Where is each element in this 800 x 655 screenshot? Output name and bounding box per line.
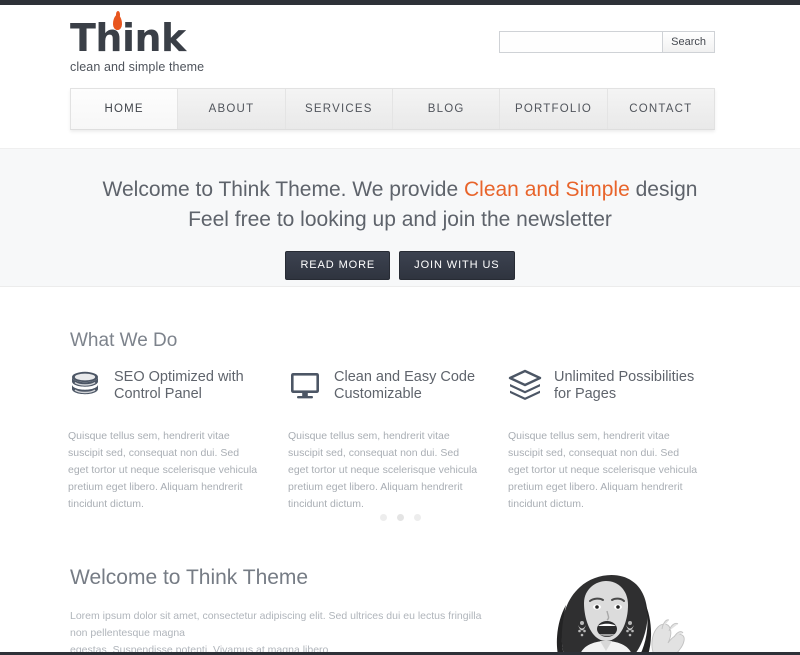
- welcome-paragraph: Lorem ipsum dolor sit amet, consectetur …: [70, 608, 490, 655]
- feature-header: SEO Optimized with Control Panel: [68, 368, 260, 412]
- feature-description: Quisque tellus sem, hendrerit vitae susc…: [68, 430, 258, 510]
- join-with-us-button[interactable]: JOIN WITH US: [399, 251, 515, 280]
- what-we-do-heading: What We Do: [70, 330, 178, 351]
- feature-card-seo: SEO Optimized with Control Panel Quisque…: [68, 368, 288, 513]
- carousel-pagination: [0, 514, 800, 521]
- search-form: Search: [499, 31, 715, 53]
- feature-header: Clean and Easy Code Customizable: [288, 368, 480, 412]
- welcome-heading: Welcome to Think Theme: [70, 566, 309, 589]
- carousel-dot-3[interactable]: [413, 514, 421, 521]
- features-row: SEO Optimized with Control Panel Quisque…: [68, 368, 728, 513]
- feature-title: SEO Optimized with Control Panel: [114, 368, 244, 403]
- database-icon: [68, 368, 102, 402]
- search-button[interactable]: Search: [662, 31, 715, 53]
- smiling-woman-photo: [522, 559, 772, 655]
- feature-title-line2: Customizable: [334, 386, 422, 402]
- site-logo[interactable]: Think clean and simple theme: [70, 11, 205, 74]
- search-input[interactable]: [499, 31, 663, 53]
- welcome-paragraph-line1: Lorem ipsum dolor sit amet, consectetur …: [70, 610, 482, 639]
- read-more-button[interactable]: READ MORE: [285, 251, 391, 280]
- hero-banner: Welcome to Think Theme. We provide Clean…: [0, 148, 800, 287]
- nav-item-portfolio[interactable]: PORTFOLIO: [500, 89, 608, 129]
- page-root: Think clean and simple theme Search HOME…: [0, 0, 800, 655]
- hero-text-after: design: [629, 178, 698, 201]
- feature-title-line2: Control Panel: [114, 386, 202, 402]
- feature-title-line1: Clean and Easy Code: [334, 369, 476, 385]
- feature-title: Clean and Easy Code Customizable: [334, 368, 475, 403]
- main-navigation: HOME ABOUT SERVICES BLOG PORTFOLIO CONTA…: [70, 88, 715, 130]
- layers-icon: [508, 368, 542, 402]
- nav-item-services[interactable]: SERVICES: [286, 89, 393, 129]
- nav-item-blog[interactable]: BLOG: [393, 89, 501, 129]
- nav-item-contact[interactable]: CONTACT: [608, 89, 714, 129]
- carousel-dot-1[interactable]: [379, 514, 387, 521]
- logo-tagline: clean and simple theme: [70, 60, 205, 74]
- hero-headline-line2: Feel free to looking up and join the new…: [188, 208, 612, 231]
- carousel-dot-2[interactable]: [396, 514, 404, 521]
- feature-description: Quisque tellus sem, hendrerit vitae susc…: [288, 430, 478, 510]
- monitor-icon: [288, 368, 322, 402]
- feature-description: Quisque tellus sem, hendrerit vitae susc…: [508, 430, 698, 510]
- hero-cta-group: READ MORE JOIN WITH US: [0, 251, 800, 280]
- feature-title-line1: Unlimited Possibilities: [554, 369, 695, 385]
- logo-wordmark: Think: [70, 16, 186, 60]
- feature-card-code: Clean and Easy Code Customizable Quisque…: [288, 368, 508, 513]
- site-header: Think clean and simple theme Search: [0, 5, 800, 87]
- hero-headline-line1: Welcome to Think Theme. We provide Clean…: [0, 178, 800, 202]
- nav-item-about[interactable]: ABOUT: [178, 89, 286, 129]
- hero-text-before: Welcome to Think Theme. We provide: [102, 178, 464, 201]
- feature-title: Unlimited Possibilities for Pages: [554, 368, 694, 403]
- feature-header: Unlimited Possibilities for Pages: [508, 368, 700, 412]
- feature-title-line1: SEO Optimized with: [114, 369, 244, 385]
- hero-text-accent: Clean and Simple: [463, 178, 630, 201]
- feature-title-line2: for Pages: [554, 386, 617, 402]
- flame-icon: [113, 11, 122, 30]
- feature-card-pages: Unlimited Possibilities for Pages Quisqu…: [508, 368, 728, 513]
- nav-item-home[interactable]: HOME: [71, 89, 179, 129]
